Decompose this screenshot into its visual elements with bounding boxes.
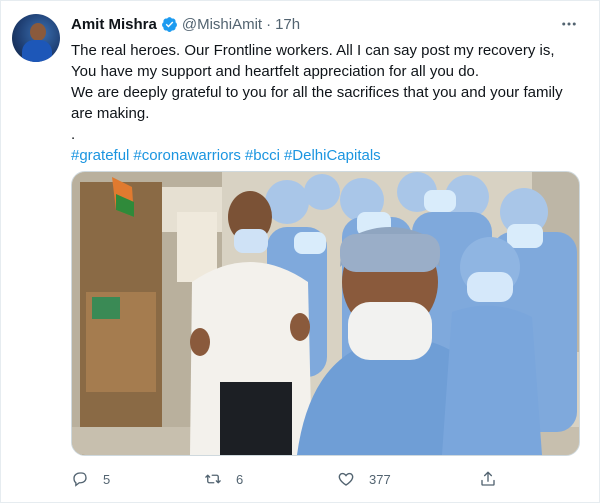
verified-badge-icon: [161, 16, 177, 32]
avatar[interactable]: [12, 14, 60, 62]
heart-icon: [338, 472, 354, 486]
tweet-header: Amit Mishra @MishiAmit · 17h: [71, 14, 300, 34]
retweet-icon: [205, 474, 221, 484]
tweet-text-line-1: The real heroes. Our Frontline workers. …: [71, 42, 555, 80]
separator-dot: ·: [266, 15, 272, 33]
tweet-text-line-3: .: [71, 126, 76, 143]
reply-count: 5: [103, 471, 111, 487]
tweet-card[interactable]: Amit Mishra @MishiAmit · 17h The real he…: [0, 0, 600, 503]
retweet-button[interactable]: 6: [204, 468, 243, 490]
share-icon: [481, 471, 495, 486]
like-button[interactable]: 377: [337, 468, 391, 490]
tweet-photo[interactable]: [71, 171, 580, 456]
hashtag-delhicapitals[interactable]: #DelhiCapitals: [284, 147, 381, 164]
like-count: 377: [369, 471, 391, 487]
hashtags: #grateful #coronawarriors #bcci #DelhiCapit…: [71, 145, 581, 166]
avatar-head: [30, 23, 46, 41]
reply-icon: [73, 472, 87, 487]
tweet-actions: 5 6 377: [0, 468, 600, 490]
tweet-text: The real heroes. Our Frontline workers. …: [71, 40, 581, 166]
retweet-count: 6: [236, 471, 244, 487]
author-handle[interactable]: @MishiAmit: [182, 16, 262, 33]
more-icon[interactable]: [558, 14, 580, 34]
hashtag-bcci[interactable]: #bcci: [245, 147, 280, 164]
tweet-text-line-2: We are deeply grateful to you for all th…: [71, 84, 563, 122]
timestamp[interactable]: 17h: [275, 16, 300, 33]
photo-illustration: [72, 172, 579, 455]
avatar-body: [22, 40, 52, 62]
share-button[interactable]: [479, 468, 497, 490]
hashtag-grateful[interactable]: #grateful: [71, 147, 129, 164]
author-name[interactable]: Amit Mishra: [71, 16, 157, 33]
hashtag-coronawarriors[interactable]: #coronawarriors: [133, 147, 241, 164]
reply-button[interactable]: 5: [71, 468, 110, 490]
